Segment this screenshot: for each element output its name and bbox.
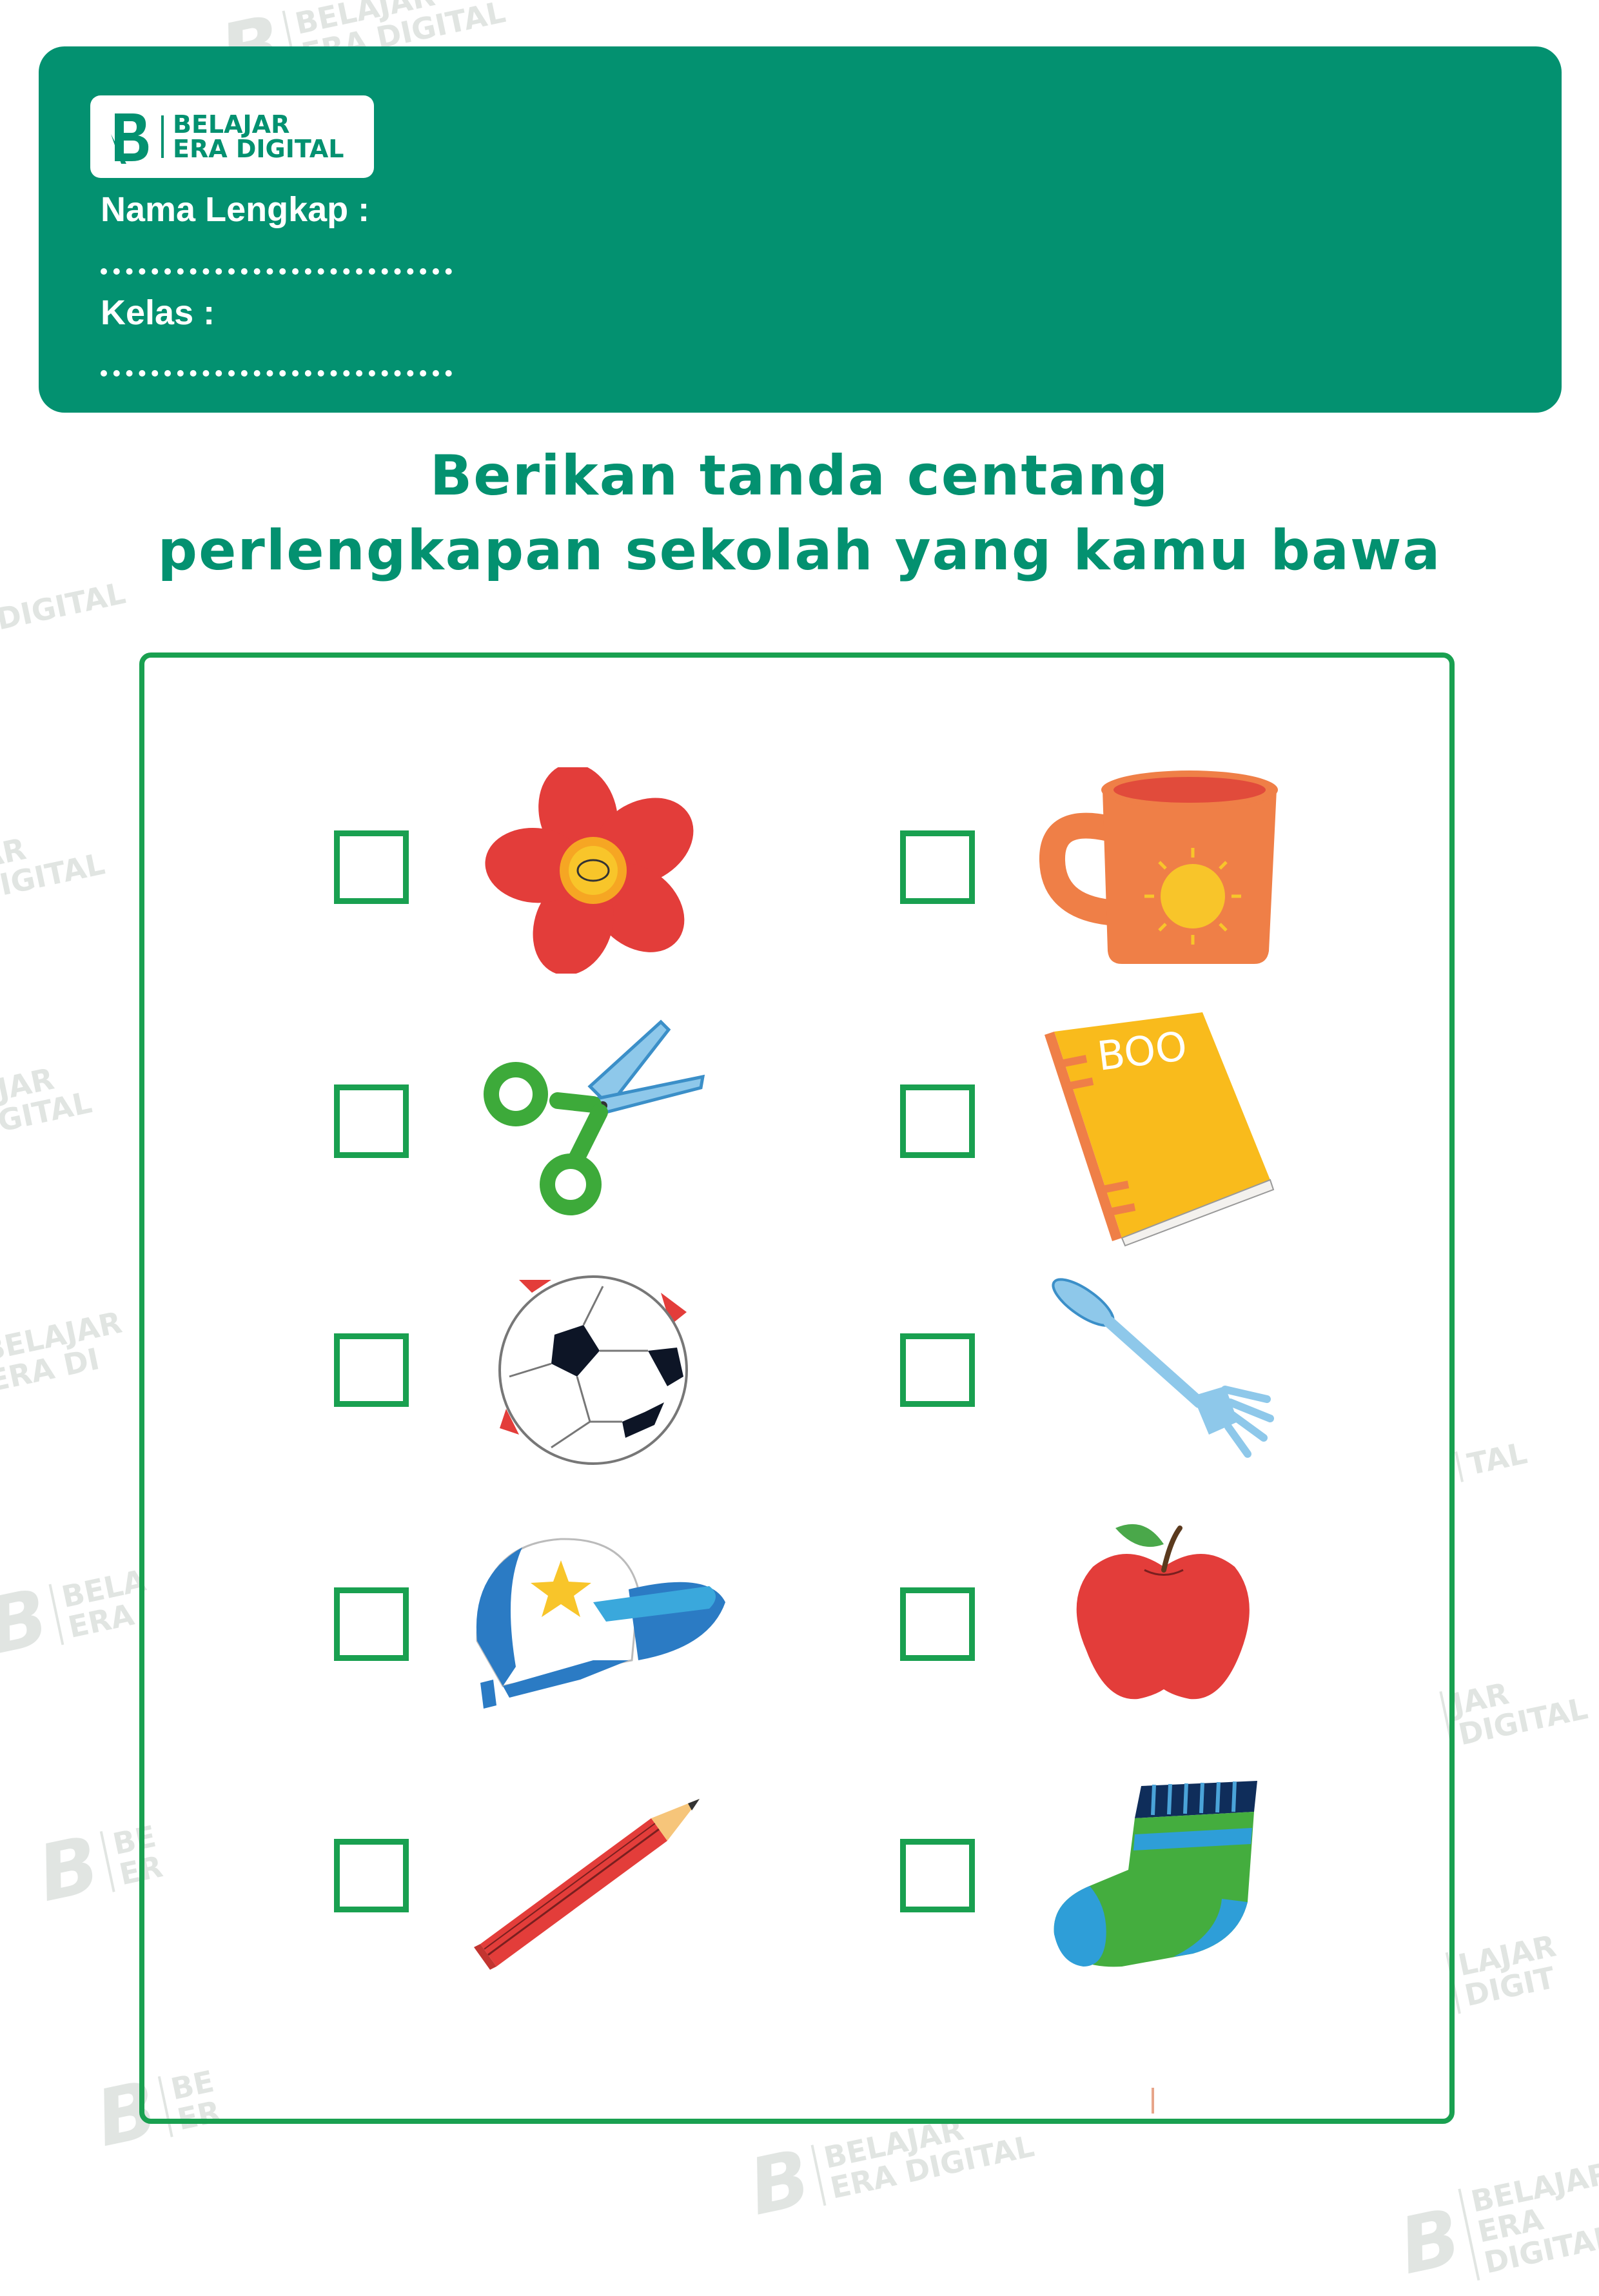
sock-icon [1054, 1781, 1257, 1967]
brand-logo: BELAJAR ERA DIGITAL [90, 95, 374, 178]
checkbox-apple[interactable] [900, 1587, 975, 1661]
watermark-logo: JAR DIGITAL [1439, 1662, 1591, 1753]
name-label: Nama Lengkap : [101, 190, 370, 229]
cap-icon [476, 1538, 725, 1709]
flower-icon [485, 767, 694, 974]
header-banner: BELAJAR ERA DIGITAL Nama Lengkap : Kelas… [39, 46, 1562, 413]
book-icon: BOO [1045, 1012, 1275, 1247]
name-input-line[interactable] [101, 268, 452, 275]
logo-separator [161, 115, 164, 158]
brand-name: BELAJAR ERA DIGITAL [173, 112, 344, 161]
watermark-logo: TAL [1455, 1435, 1530, 1483]
scissors-icon [484, 1019, 705, 1215]
checkbox-ball[interactable] [334, 1333, 409, 1407]
checkbox-scissors[interactable] [334, 1084, 409, 1158]
class-label: Kelas : [101, 293, 215, 332]
watermark-logo: LAJAR DIGIT [1445, 1928, 1565, 2014]
class-input-line[interactable] [101, 370, 452, 377]
checkbox-pencil[interactable] [334, 1839, 409, 1912]
checkbox-fork[interactable] [900, 1333, 975, 1407]
brand-line-1: BELAJAR [173, 110, 290, 139]
soccer-ball-icon [498, 1275, 688, 1465]
checkbox-mug[interactable] [900, 830, 975, 904]
checkbox-book[interactable] [900, 1084, 975, 1158]
watermark-logo: JAR DIGITAL [0, 818, 108, 908]
watermark-logo: ERA DIGITAL [0, 576, 128, 653]
instruction-line-2: perlengkapan sekolah yang kamu bawa [157, 518, 1442, 583]
mug-icon [1039, 770, 1278, 964]
watermark-logo: LAJAR DIGITAL [0, 1056, 95, 1147]
fork-icon [1052, 1278, 1274, 1458]
checkbox-cap[interactable] [334, 1587, 409, 1661]
watermark-logo: BELAJAR ERA DI [0, 1305, 132, 1400]
small-mark [1152, 2088, 1154, 2114]
watermark-logo: B BELA ERA [0, 1557, 157, 1673]
instruction-line-1: Berikan tanda centang [429, 444, 1170, 508]
brand-mark-icon [111, 113, 149, 164]
watermark-logo: BBELAJARERA DIGITAL [1392, 2155, 1599, 2295]
checkbox-flower[interactable] [334, 830, 409, 904]
apple-icon [1076, 1524, 1250, 1700]
brand-line-2: ERA DIGITAL [173, 135, 344, 163]
pencil-icon [474, 1799, 700, 1970]
checkbox-sock[interactable] [900, 1839, 975, 1912]
